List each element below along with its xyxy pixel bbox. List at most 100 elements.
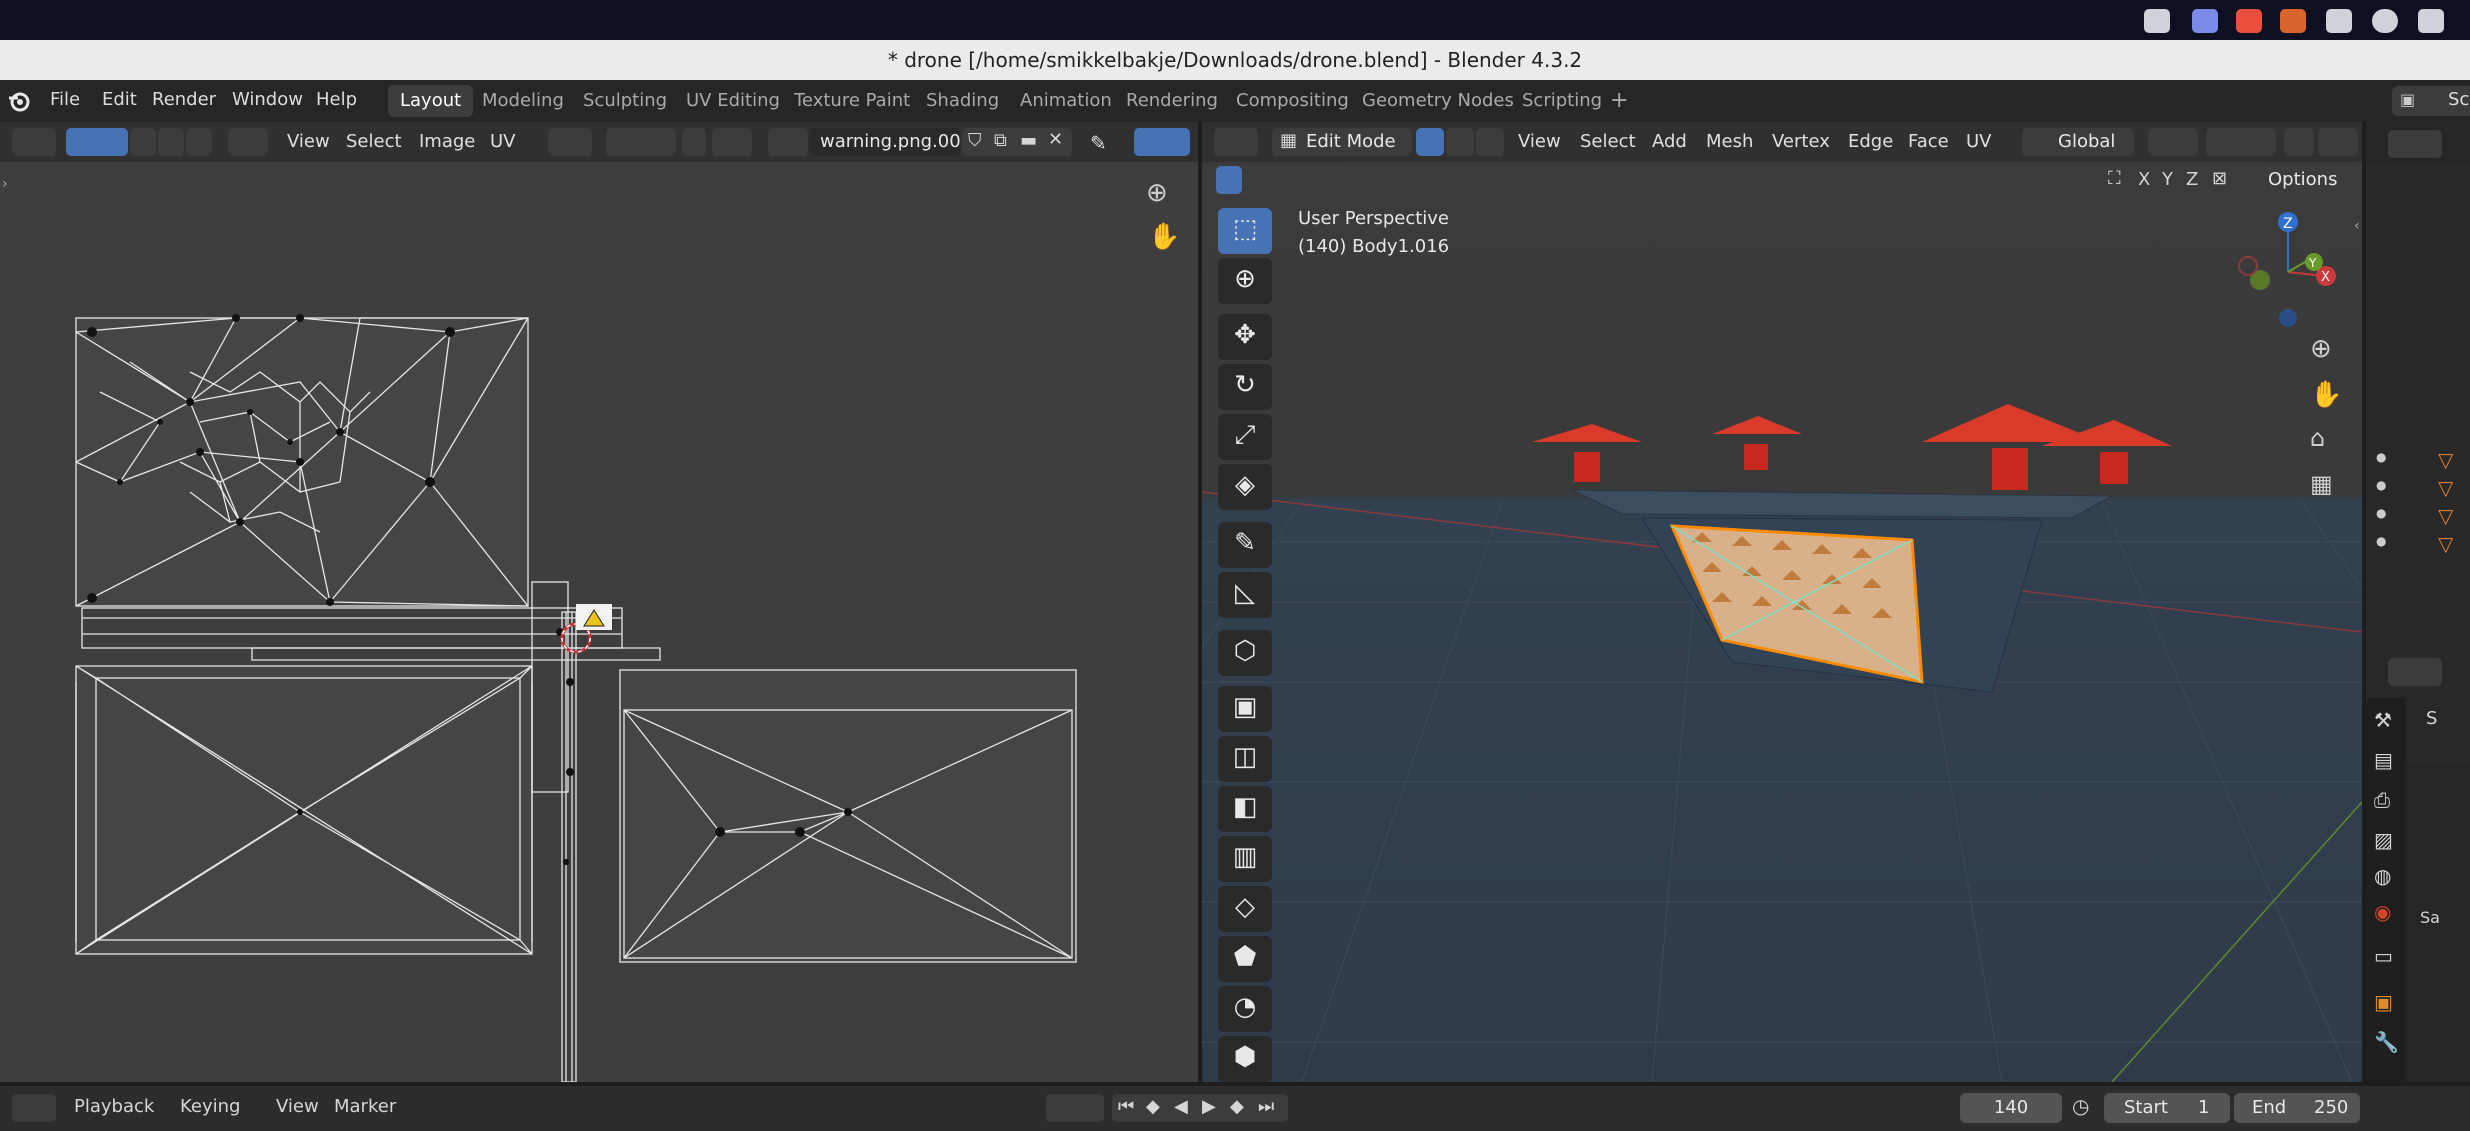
transform-affect-icon[interactable]: ⛶ [2108,168,2121,189]
add-cube-tool[interactable]: ⬡ [1218,630,1272,676]
edge-select-mode[interactable] [130,128,156,156]
snapping-dropdown[interactable] [2206,128,2276,156]
modifier-tab-icon[interactable]: 🔧 [2374,1030,2399,1054]
vertex-select-toggle[interactable] [1416,128,1444,156]
image-name-field[interactable]: warning.png.001 [810,128,972,156]
auto-keying-toggle[interactable] [1046,1094,1104,1122]
proportional-toggle[interactable] [2284,128,2314,156]
vp-menu-vertex[interactable]: Vertex [1772,131,1830,152]
zoom-icon[interactable]: ⊕ [2310,334,2332,364]
3d-viewport[interactable]: Z X Y User Perspective (140) Body1.016 ⛶… [1202,162,2362,1082]
tool-tab-icon[interactable]: ⚒ [2374,708,2392,732]
menu-edit[interactable]: Edit [102,89,137,110]
discord-icon[interactable] [2192,9,2218,33]
axis-x-toggle[interactable]: X [2138,169,2150,190]
options-dropdown[interactable]: Options [2260,166,2356,194]
scale-tool[interactable]: ⤢ [1218,414,1272,460]
timeline-menu-playback[interactable]: Playback [74,1096,154,1117]
properties-editor-type[interactable] [2388,658,2442,686]
visibility-dot[interactable]: ● [2376,478,2386,492]
tab-texture-paint[interactable]: Texture Paint [782,85,922,117]
orientation-dropdown[interactable]: Global [2022,128,2134,156]
tab-uv-editing[interactable]: UV Editing [674,85,792,117]
render-tab-icon[interactable]: ▤ [2374,748,2393,772]
select-new-button[interactable] [1216,166,1242,194]
tab-rendering[interactable]: Rendering [1114,85,1230,117]
pan-hand-icon[interactable]: ✋ [2310,380,2342,410]
timeline-menu-keying[interactable]: Keying [180,1096,240,1117]
knife-tool[interactable]: ◇ [1218,886,1272,932]
image-browse-button[interactable] [768,128,808,156]
select-box-tool[interactable]: ⬚ [1218,208,1272,254]
loop-cut-tool[interactable]: ▥ [1218,836,1272,882]
fake-user-icon[interactable]: ⛉ [968,130,982,151]
object-tab-icon[interactable]: ▣ [2374,990,2393,1014]
edge-select-toggle[interactable] [1446,128,1474,156]
vp-menu-uv[interactable]: UV [1966,131,1992,152]
tab-sculpting[interactable]: Sculpting [571,85,679,117]
axis-y-toggle[interactable]: Y [2162,169,2173,190]
island-select-mode[interactable] [186,128,212,156]
preview-range-icon[interactable]: ◷ [2072,1094,2089,1118]
inset-tool[interactable]: ◫ [1218,736,1272,782]
gizmo-toggle[interactable] [1134,128,1190,156]
scene-tab-icon[interactable]: ◍ [2374,864,2391,888]
proportional-edit-toggle[interactable] [682,128,706,156]
current-frame-field[interactable]: 140 [1960,1093,2062,1123]
outliner-editor-type[interactable] [2388,130,2442,158]
timeline-menu-view[interactable]: View [276,1096,319,1117]
tab-layout[interactable]: Layout [388,85,474,117]
zoom-icon[interactable]: ⊕ [1146,178,1168,208]
outliner-mesh-icon[interactable]: ▽ [2438,504,2453,528]
cursor-tool[interactable]: ⊕ [1218,258,1272,304]
world-tab-icon[interactable]: ◉ [2374,900,2391,924]
next-keyframe-icon[interactable]: ◆ [1230,1096,1244,1117]
start-frame-field[interactable]: Start 1 [2104,1093,2230,1123]
move-tool[interactable]: ✥ [1218,314,1272,360]
duplicate-icon[interactable]: ⧉ [994,130,1007,151]
tab-compositing[interactable]: Compositing [1224,85,1361,117]
transform-tool[interactable]: ◈ [1218,464,1272,510]
vp-menu-mesh[interactable]: Mesh [1706,131,1753,152]
sticky-selection-dropdown[interactable] [228,128,268,156]
visibility-dot[interactable]: ● [2376,506,2386,520]
spin-tool[interactable]: ◔ [1218,986,1272,1032]
anydesk-icon[interactable] [2236,9,2262,33]
vp-menu-select[interactable]: Select [1580,131,1636,152]
editor-type-button[interactable] [12,128,56,156]
mirror-icon[interactable]: ⊠ [2212,168,2227,189]
grid-view-icon[interactable]: ▦ [2310,470,2333,498]
app-icon[interactable] [2280,9,2306,33]
pan-hand-icon[interactable]: ✋ [1148,222,1180,252]
scene-selector[interactable]: ▣ Sc [2392,86,2470,116]
bevel-tool[interactable]: ◧ [1218,786,1272,832]
output-tab-icon[interactable]: ⎙ [2374,788,2390,812]
tab-animation[interactable]: Animation [1008,85,1124,117]
snap-dropdown[interactable] [606,128,676,156]
clipboard-icon[interactable] [2326,9,2352,33]
smooth-tool[interactable]: ⬢ [1218,1036,1272,1082]
play-icon[interactable]: ▶ [1202,1096,1216,1117]
face-select-mode[interactable] [158,128,184,156]
vp-menu-add[interactable]: Add [1652,131,1687,152]
play-reverse-icon[interactable]: ◀ [1174,1096,1188,1117]
uv-menu-uv[interactable]: UV [490,131,516,152]
view-layer-tab-icon[interactable]: ▨ [2374,828,2393,852]
media-play-icon[interactable] [2372,9,2398,33]
tab-geometry-nodes[interactable]: Geometry Nodes [1350,85,1526,117]
measure-tool[interactable]: ◺ [1218,572,1272,618]
uv-menu-image[interactable]: Image [419,131,475,152]
open-folder-icon[interactable]: ▬ [1020,130,1037,151]
axis-z-toggle[interactable]: Z [2186,169,2198,190]
outliner-mesh-icon[interactable]: ▽ [2438,532,2453,556]
visibility-dot[interactable]: ● [2376,534,2386,548]
collection-tab-icon[interactable]: ▭ [2374,944,2393,968]
poly-build-tool[interactable]: ⬟ [1218,936,1272,982]
menu-help[interactable]: Help [316,89,357,110]
uv-menu-select[interactable]: Select [346,131,402,152]
proportional-falloff[interactable] [2318,128,2358,156]
add-workspace-icon[interactable]: + [1610,88,1628,113]
vp-menu-edge[interactable]: Edge [1848,131,1893,152]
tab-shading[interactable]: Shading [914,85,1011,117]
mode-dropdown[interactable]: ▦ Edit Mode [1272,128,1412,156]
